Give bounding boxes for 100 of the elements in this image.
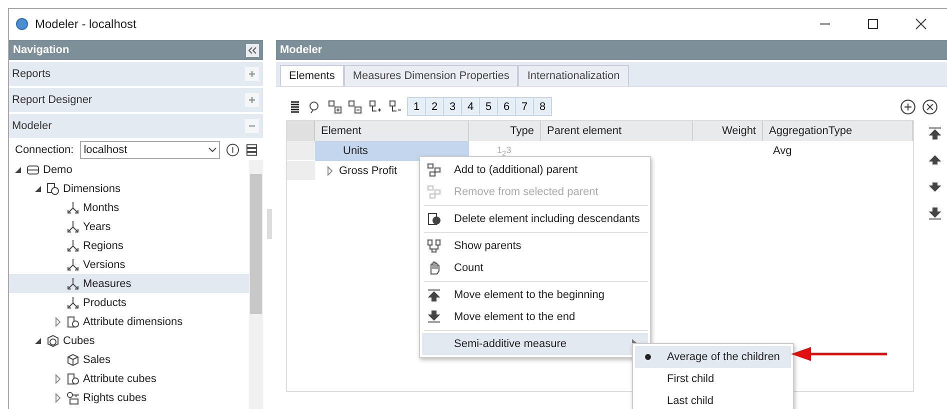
tree-label: Regions [83, 240, 124, 252]
connection-dropdown[interactable]: localhost [80, 141, 220, 159]
tree-label: Years [83, 220, 111, 232]
tree-item[interactable]: Months [9, 198, 249, 217]
tree-label: Rights cubes [83, 392, 147, 404]
menu-item[interactable]: Show parents [422, 235, 648, 257]
tree-label: Months [83, 202, 120, 214]
tree-label: Cubes [63, 334, 95, 346]
collapsed-icon[interactable] [325, 166, 335, 176]
tree-item[interactable]: Rights cubes [9, 388, 249, 407]
add-icon[interactable] [900, 98, 916, 114]
dimensions-icon [46, 182, 60, 196]
cube-icon [66, 352, 80, 366]
collapse-button[interactable] [246, 44, 259, 56]
list-icon[interactable] [288, 100, 302, 114]
tree-label: Products [83, 296, 126, 308]
hierarchy-remove-icon [427, 185, 441, 199]
expanded-icon[interactable] [33, 336, 43, 346]
tree-item[interactable]: Regions [9, 236, 249, 255]
level-button[interactable]: 4 [461, 97, 480, 116]
tree-item[interactable]: Years [9, 217, 249, 236]
menu-item[interactable]: Move element to the end [422, 306, 648, 328]
expanded-icon[interactable] [33, 184, 43, 194]
tree-item[interactable]: Versions [9, 255, 249, 274]
collapse-section-button[interactable] [245, 119, 259, 133]
add-child-icon[interactable] [368, 100, 382, 114]
tree-label: Demo [43, 164, 72, 176]
maximize-icon[interactable] [867, 18, 879, 30]
menu-item[interactable]: Move element to the beginning [422, 284, 648, 306]
move-top-icon[interactable] [928, 126, 942, 140]
level-button[interactable]: 5 [479, 97, 498, 116]
tree-item[interactable]: Sales [9, 350, 249, 369]
database-stack-icon[interactable] [245, 143, 259, 157]
column-header[interactable]: Parent element [541, 121, 693, 141]
tree-item[interactable]: Products [9, 293, 249, 312]
tree-item[interactable]: Attribute dimensions [9, 312, 249, 331]
splitter-handle[interactable] [267, 209, 272, 239]
level-button[interactable]: 3 [443, 97, 462, 116]
expanded-icon[interactable] [13, 164, 23, 174]
radio-menu-item[interactable]: Average of the children [635, 346, 791, 368]
level-button[interactable]: 8 [533, 97, 552, 116]
move-bottom-icon [427, 310, 441, 324]
level-button[interactable]: 7 [515, 97, 534, 116]
key-cube-icon [66, 390, 80, 404]
collapse-tree-icon[interactable] [348, 100, 362, 114]
close-icon[interactable] [915, 18, 927, 30]
remove-child-icon[interactable] [388, 100, 402, 114]
radio-menu-item[interactable]: Last child [635, 390, 791, 409]
attribute-icon [66, 314, 80, 328]
collapsed-icon[interactable] [53, 316, 63, 326]
tree-label: Measures [83, 278, 132, 290]
menu-item[interactable]: Semi-additive measure [422, 333, 648, 355]
delete-icon [427, 212, 441, 226]
hierarchy-icon [66, 276, 80, 290]
move-bottom-icon[interactable] [928, 207, 942, 221]
radio-menu-item[interactable]: First child [635, 368, 791, 390]
tree-item[interactable]: Cubes [9, 331, 249, 350]
tree-item[interactable]: Dimensions [9, 179, 249, 198]
move-up-icon[interactable] [928, 153, 942, 167]
tab[interactable]: Elements [280, 65, 344, 86]
expand-section-button[interactable] [245, 93, 259, 107]
move-down-icon[interactable] [928, 180, 942, 194]
scrollbar[interactable] [249, 160, 263, 409]
chevron-down-icon [208, 147, 217, 153]
table-cell[interactable]: Units [315, 141, 469, 161]
expand-section-button[interactable] [245, 67, 259, 81]
tree-item[interactable]: Demo [9, 160, 249, 179]
nav-section[interactable]: Modeler [9, 114, 263, 138]
radio-dot [645, 354, 651, 360]
collapsed-icon[interactable] [53, 392, 63, 402]
tree-label: Attribute cubes [83, 372, 156, 384]
level-button[interactable]: 6 [497, 97, 516, 116]
level-button[interactable]: 2 [425, 97, 444, 116]
column-header[interactable]: AggregationType [763, 121, 913, 141]
tree-label: Attribute dimensions [83, 316, 183, 328]
column-header[interactable]: Type [469, 121, 541, 141]
tree-item[interactable]: Attribute cubes [9, 369, 249, 388]
tree-item[interactable]: Measures [9, 274, 249, 293]
show-parents-icon [427, 239, 441, 253]
menu-item[interactable]: Count [422, 257, 648, 279]
column-header[interactable]: Element [315, 121, 469, 141]
column-header[interactable]: Weight [693, 121, 763, 141]
remove-icon[interactable] [922, 98, 938, 114]
nav-section[interactable]: Reports [9, 62, 263, 86]
menu-item[interactable]: Delete element including descendants [422, 208, 648, 230]
hierarchy-icon [66, 258, 80, 272]
window-title: Modeler - localhost [35, 16, 138, 30]
menu-item[interactable]: Add to (additional) parent [422, 159, 648, 181]
double-chevron-left-icon [248, 46, 257, 54]
tab[interactable]: Internationalization [518, 65, 629, 86]
panel-title: Navigation [13, 44, 70, 56]
nav-section[interactable]: Report Designer [9, 88, 263, 112]
tab[interactable]: Measures Dimension Properties [344, 65, 518, 86]
collapsed-icon[interactable] [53, 374, 63, 384]
expand-tree-icon[interactable] [328, 100, 342, 114]
level-button[interactable]: 1 [407, 97, 426, 116]
hierarchy-icon [66, 296, 80, 310]
tree-label: Versions [83, 258, 126, 270]
info-icon[interactable] [226, 143, 240, 157]
table-cell-text: Avg [772, 144, 793, 159]
